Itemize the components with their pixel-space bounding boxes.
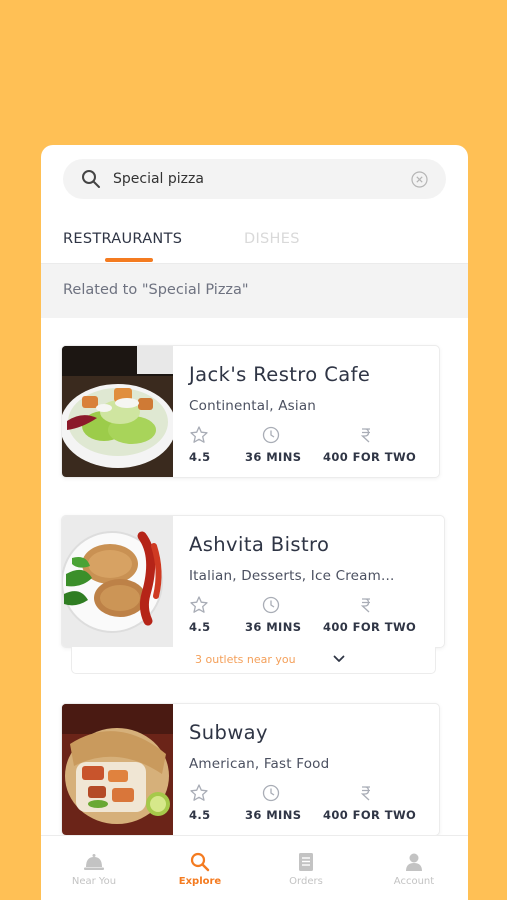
restaurant-cuisine: Italian, Desserts, Ice Cream... [189,568,395,584]
cost-value: 400 FOR TWO [323,450,417,464]
time-value: 36 MINS [245,450,302,464]
chevron-down-icon [333,655,345,662]
time-value: 36 MINS [245,808,302,822]
search-bar[interactable] [63,159,446,199]
nav-label: Account [393,876,435,887]
result-tabs: RESTRAURANTS DISHES [41,215,468,263]
rating-stat: 4.5 [189,783,211,822]
clock-icon [262,784,280,802]
search-icon [82,170,100,188]
receipt-icon [299,853,313,871]
nav-label: Near You [71,876,117,887]
rating-value: 4.5 [189,808,211,822]
restaurant-card[interactable]: Ashvita Bistro Italian, Desserts, Ice Cr… [61,515,445,648]
related-text: Related to "Special Pizza" [63,282,249,298]
rating-value: 4.5 [189,620,211,634]
cost-stat: 400 FOR TWO [323,425,416,464]
rating-value: 4.5 [189,450,211,464]
user-icon [406,853,422,871]
time-stat: 36 MINS [245,783,301,822]
restaurant-card[interactable]: Jack's Restro Cafe Continental, Asian 4.… [61,345,440,478]
clear-search-icon[interactable] [411,171,428,188]
restaurant-name: Ashvita Bistro [189,533,330,556]
nav-near-you[interactable]: Near You [41,836,147,900]
nav-label: Explore [178,876,222,887]
rupee-icon [360,786,370,801]
cost-stat: 400 FOR TWO [323,595,416,634]
star-icon [190,426,208,443]
active-tab-indicator [105,258,153,262]
cost-value: 400 FOR TWO [323,808,417,822]
nav-account[interactable]: Account [361,836,467,900]
restaurant-name: Jack's Restro Cafe [189,363,371,386]
rupee-icon [360,598,370,613]
tab-restaurants[interactable]: RESTRAURANTS [63,231,182,247]
restaurant-cuisine: Continental, Asian [189,398,317,414]
search-icon [190,852,210,872]
star-icon [190,596,208,613]
cost-value: 400 FOR TWO [323,620,417,634]
time-stat: 36 MINS [245,595,301,634]
star-icon [190,784,208,801]
time-value: 36 MINS [245,620,302,634]
cutlet-photo [62,516,173,647]
related-banner: Related to "Special Pizza" [41,263,468,318]
restaurant-name: Subway [189,721,268,744]
salad-photo [62,346,173,477]
nav-explore[interactable]: Explore [147,836,253,900]
nav-label: Orders [289,876,323,887]
rating-stat: 4.5 [189,595,211,634]
clock-icon [262,426,280,444]
restaurant-card[interactable]: Subway American, Fast Food 4.5 36 MINS 4… [61,703,440,836]
outlets-text: 3 outlets near you [195,653,296,666]
time-stat: 36 MINS [245,425,301,464]
bottom-nav: Near You Explore Orders Account [41,835,468,900]
outlets-expander[interactable]: 3 outlets near you [71,647,436,674]
tab-dishes[interactable]: DISHES [244,231,300,247]
search-results-card: RESTRAURANTS DISHES Related to "Special … [41,145,468,900]
rupee-icon [360,428,370,443]
search-input[interactable] [113,159,393,199]
cloche-icon [84,854,104,870]
clock-icon [262,596,280,614]
wrap-photo [62,704,173,835]
rating-stat: 4.5 [189,425,211,464]
nav-orders[interactable]: Orders [253,836,359,900]
cost-stat: 400 FOR TWO [323,783,416,822]
restaurant-cuisine: American, Fast Food [189,756,330,772]
